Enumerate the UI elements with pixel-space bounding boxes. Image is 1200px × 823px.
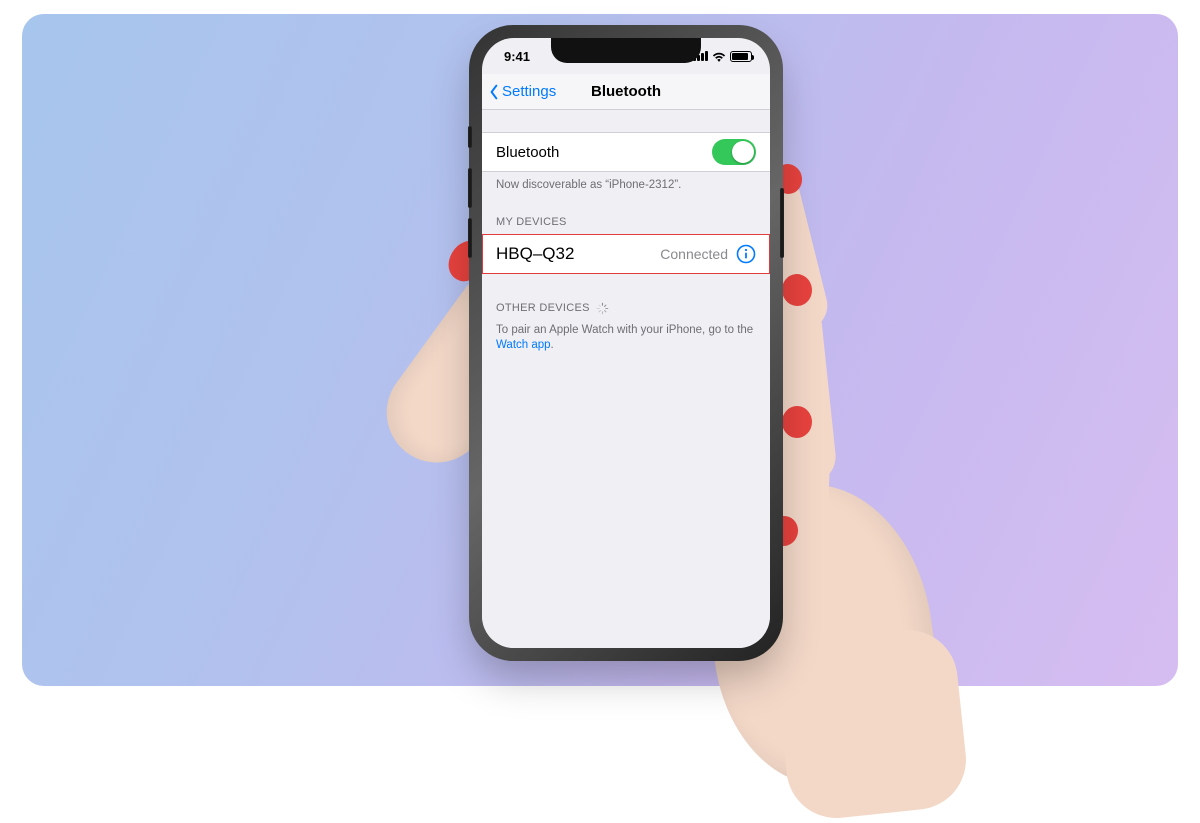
device-row-hbq-q32[interactable]: HBQ–Q32 Connected: [482, 234, 770, 274]
back-label: Settings: [502, 83, 556, 100]
watch-app-link[interactable]: Watch app: [496, 339, 551, 351]
wifi-icon: [712, 51, 726, 62]
phone-screen: 9:41 Settings Bluetooth: [482, 38, 770, 648]
switch-knob: [732, 141, 754, 163]
settings-content[interactable]: Bluetooth Now discoverable as “iPhone-23…: [482, 110, 770, 648]
hand-middle-nail: [780, 273, 813, 308]
power-button: [780, 188, 784, 258]
notch: [551, 38, 701, 63]
page-title: Bluetooth: [591, 83, 661, 100]
volume-up-button: [468, 168, 472, 208]
hand-ring-nail: [781, 405, 812, 438]
info-icon[interactable]: [736, 244, 756, 264]
my-devices-header: MY DEVICES: [482, 194, 770, 234]
bluetooth-toggle-row[interactable]: Bluetooth: [482, 132, 770, 172]
other-devices-header: OTHER DEVICES: [482, 274, 770, 321]
pair-hint-prefix: To pair an Apple Watch with your iPhone,…: [496, 324, 753, 336]
other-devices-header-text: OTHER DEVICES: [496, 302, 590, 314]
bluetooth-switch[interactable]: [712, 139, 756, 165]
device-name: HBQ–Q32: [496, 244, 574, 264]
chevron-left-icon: [488, 84, 500, 100]
status-time: 9:41: [504, 49, 530, 64]
hand-wrist: [773, 625, 971, 823]
device-status: Connected: [660, 246, 728, 262]
backdrop: 9:41 Settings Bluetooth: [22, 14, 1178, 686]
volume-down-button: [468, 218, 472, 258]
battery-icon: [730, 51, 752, 62]
mute-switch: [468, 126, 472, 148]
phone-frame: 9:41 Settings Bluetooth: [472, 28, 780, 658]
bluetooth-toggle-label: Bluetooth: [496, 144, 559, 161]
discoverable-text: Now discoverable as “iPhone-2312”.: [482, 172, 770, 194]
back-button[interactable]: Settings: [488, 74, 556, 109]
nav-bar: Settings Bluetooth: [482, 74, 770, 110]
pair-hint: To pair an Apple Watch with your iPhone,…: [482, 321, 770, 354]
status-right: [693, 51, 752, 62]
my-devices-header-text: MY DEVICES: [496, 216, 567, 228]
pair-hint-suffix: .: [551, 339, 554, 351]
spinner-icon: [596, 302, 609, 315]
